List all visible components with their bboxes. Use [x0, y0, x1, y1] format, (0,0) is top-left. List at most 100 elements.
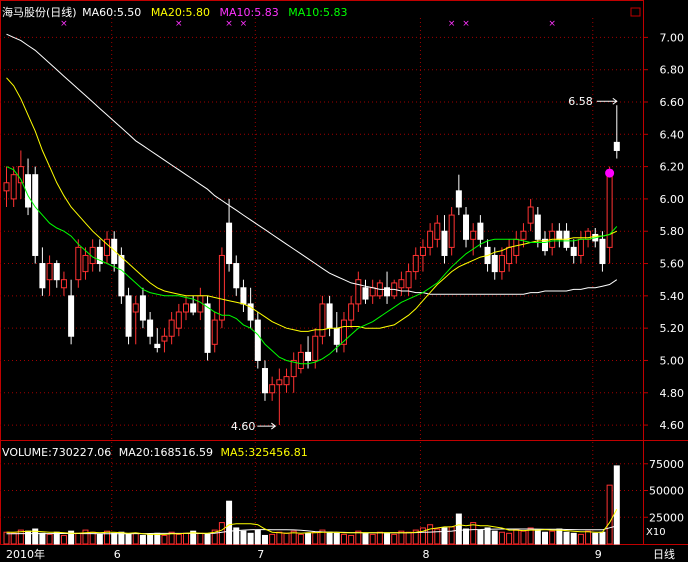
period-label[interactable]: 日线 — [653, 546, 675, 562]
volume-bar-down — [326, 531, 333, 545]
candle-down — [599, 238, 606, 265]
candle-up — [427, 230, 434, 248]
ma20-legend: MA20:5.80 — [150, 6, 211, 19]
price-tick-label: 4.60 — [660, 419, 685, 432]
volume-bar-up — [60, 534, 67, 545]
candle-up — [448, 214, 455, 248]
volume-bar-down — [491, 530, 498, 545]
volume-bar-down — [240, 530, 247, 545]
event-marker: × — [548, 19, 556, 29]
price-tick-label: 7.00 — [660, 31, 685, 44]
volume-bar-up — [606, 484, 613, 545]
volume-bar-down — [204, 533, 211, 545]
volume-tick-label: 25000 — [649, 511, 684, 524]
volume-bar-down — [563, 531, 570, 545]
volume-bar-up — [283, 532, 290, 545]
candle-down — [111, 238, 118, 265]
candle-down — [204, 303, 211, 353]
volume-unit-label: X10 — [646, 527, 666, 538]
time-axis-label: 9 — [595, 548, 602, 561]
volume-bar-down — [147, 533, 154, 545]
volume-bar-up — [520, 530, 527, 545]
price-tick-label: 5.80 — [660, 225, 685, 238]
volume-bar-up — [175, 533, 182, 545]
volume-bar-up — [46, 533, 53, 545]
candle-down — [362, 287, 369, 300]
restore-icon — [630, 7, 641, 17]
volume-bar-up — [427, 524, 434, 545]
candle-up — [606, 169, 613, 248]
volume-bar-up — [104, 530, 111, 545]
candle-up — [312, 335, 319, 361]
candle-down — [147, 319, 154, 337]
price-tick-label: 5.40 — [660, 290, 685, 303]
volume-bar-down — [139, 534, 146, 545]
volume-bar-up — [577, 533, 584, 545]
price-tick-label: 6.40 — [660, 128, 685, 141]
volume-bar-down — [592, 532, 599, 545]
candle-down — [125, 295, 132, 337]
candle-up — [297, 351, 304, 370]
candle-down — [118, 254, 125, 297]
volume-bar-up — [297, 533, 304, 545]
candle-up — [10, 174, 17, 200]
volume-bar-down — [154, 532, 161, 545]
volume-bar-up — [585, 530, 592, 545]
candle-up — [60, 279, 67, 289]
event-marker: × — [462, 19, 470, 29]
volume-bar-up — [391, 533, 398, 545]
candle-up — [82, 254, 89, 273]
price-tick-label: 4.80 — [660, 387, 685, 400]
volume-bar-down — [477, 529, 484, 545]
volume-tick-label: 75000 — [649, 458, 684, 471]
candle-down — [491, 254, 498, 273]
volume-bar-up — [269, 533, 276, 545]
volume-bar-up — [376, 531, 383, 545]
candle-down — [441, 230, 448, 256]
volume-bar-up — [498, 531, 505, 545]
time-axis-label: 8 — [422, 548, 429, 561]
volume-bar-up — [513, 529, 520, 545]
candle-up — [527, 206, 534, 224]
volume-bar-down — [542, 531, 548, 545]
volume-bar-up — [405, 531, 412, 545]
candle-up — [419, 246, 426, 256]
volume-legend: VOLUME:730227.06 — [2, 446, 112, 459]
kline-chart[interactable]: 7.00 6.80 6.60 6.40 6.20 6.00 5.80 5.60 5.40 5.20… — [0, 0, 688, 562]
candle-up — [75, 246, 82, 281]
candle-down — [233, 263, 240, 289]
volume-bar-down — [362, 532, 369, 545]
time-axis-label: 2010年 — [6, 547, 45, 561]
candle-up — [269, 384, 276, 394]
candle-up — [276, 379, 283, 386]
candle-up — [175, 311, 182, 329]
candle-down — [68, 295, 75, 337]
candle-up — [434, 222, 441, 240]
ma60-legend: MA60:5.50 — [82, 6, 142, 19]
volume-bar-down — [441, 527, 448, 545]
candle-up — [520, 230, 527, 240]
volume-bar-down — [25, 530, 32, 545]
candle-down — [240, 287, 247, 305]
stock-chart-window: 7.00 6.80 6.60 6.40 6.20 6.00 5.80 5.60 5.40 5.20… — [0, 0, 688, 562]
volume-bar-up — [10, 532, 17, 545]
candle-up — [46, 263, 53, 281]
volume-bar-up — [218, 522, 225, 545]
event-marker: × — [225, 19, 233, 29]
candle-down — [463, 214, 470, 240]
candle-down — [139, 295, 146, 321]
volume-bar-up — [348, 534, 355, 545]
volume-bar-down — [96, 533, 103, 545]
event-marker: × — [60, 19, 68, 29]
candle-up — [3, 182, 10, 192]
volume-bar-down — [534, 529, 541, 545]
volume-bar-up — [470, 522, 477, 545]
candle-up — [132, 303, 139, 313]
price-tick-label: 5.60 — [660, 258, 685, 271]
candle-up — [577, 238, 584, 256]
volume-bar-down — [484, 527, 491, 545]
candle-down — [39, 263, 46, 289]
candle-down — [333, 327, 340, 345]
volume-bar-up — [75, 532, 82, 545]
signal-marker — [605, 168, 615, 178]
